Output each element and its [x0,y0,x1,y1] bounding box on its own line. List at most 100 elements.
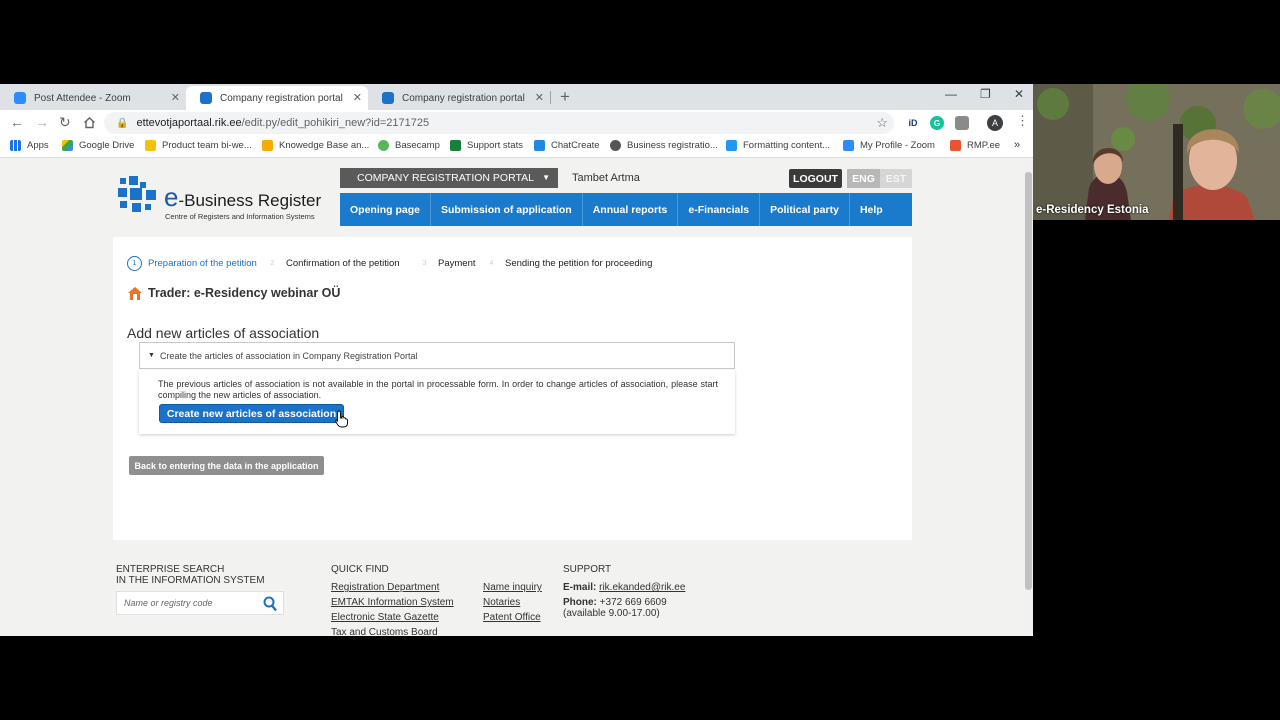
bookmark-label: Google Drive [79,140,135,151]
chart-icon [262,140,273,151]
tab-zoom[interactable]: Post Attendee - Zoom ✕ [0,86,186,110]
logo-subtitle: Centre of Registers and Information Syst… [165,212,315,221]
link-notaries[interactable]: Notaries [483,597,520,608]
portal-select[interactable]: COMPANY REGISTRATION PORTAL ▼ [340,168,558,188]
nav-political-party[interactable]: Political party [760,193,850,226]
create-new-articles-button[interactable]: Create new articles of association [160,405,343,422]
logo-title-text: -Business Register [178,191,322,210]
page-scrollbar[interactable] [1024,158,1033,636]
lock-icon: 🔒 [116,117,129,129]
content-panel: 1 Preparation of the petition 2 Confirma… [113,237,912,540]
scrollbar-thumb[interactable] [1025,172,1032,590]
lang-eng-button[interactable]: ENG [847,169,880,188]
support-email-row: E-mail: rik.ekanded@rik.ee [563,582,685,593]
reload-icon[interactable]: ↻ [59,114,71,131]
google-drive-icon [62,140,73,151]
main-nav: Opening page Submission of application A… [340,193,912,226]
bookmark-basecamp[interactable]: Basecamp [378,140,440,151]
step-number: 4 [489,260,494,267]
support-email-link[interactable]: rik.ekanded@rik.ee [599,582,685,593]
restore-icon[interactable]: ❐ [980,87,991,101]
search-placeholder: Name or registry code [124,598,213,608]
logo-mark [146,190,156,200]
back-to-application-button[interactable]: Back to entering the data in the applica… [129,456,324,475]
link-registration-department[interactable]: Registration Department [331,582,439,593]
bookmark-chatcreate[interactable]: ChatCreate [534,140,600,151]
step-preparation: 1 Preparation of the petition [127,256,257,271]
logout-button[interactable]: LOGOUT [789,169,842,188]
page-viewport: e-Business Register Centre of Registers … [0,158,1024,636]
bookmark-formatting-content[interactable]: Formatting content... [726,140,830,151]
logo-title: e-Business Register [164,182,321,213]
search-icon[interactable] [263,596,277,612]
new-tab-icon[interactable]: + [560,87,570,107]
chevron-down-icon: ▼ [542,173,550,182]
logo-mark [130,188,142,200]
footer-quickfind-title: QUICK FIND [331,564,389,575]
bookmark-product-team[interactable]: Product team bi-we... [145,140,252,151]
profile-avatar[interactable]: A [987,115,1003,131]
bookmark-my-profile-zoom[interactable]: My Profile - Zoom [843,140,935,151]
phone-label: Phone: [563,597,597,608]
lang-est-button[interactable]: EST [880,169,912,188]
pdf-extension-icon[interactable] [955,116,969,130]
step-confirmation: 2 Confirmation of the petition [265,256,400,271]
video-call-panel: e-Residency Estonia [1033,84,1280,220]
bookmark-knowledge-base[interactable]: Knowedge Base an... [262,140,369,151]
tab-strip: Post Attendee - Zoom ✕ Company registrat… [0,84,1033,110]
nav-help[interactable]: Help [850,193,893,226]
window-close-icon[interactable]: ✕ [1014,87,1024,101]
bookmark-support-stats[interactable]: Support stats [450,140,523,151]
bookmark-rmp[interactable]: RMP.ee [950,140,1000,151]
link-state-gazette[interactable]: Electronic State Gazette [331,612,439,623]
user-name: Tambet Artma [572,172,640,184]
link-patent-office[interactable]: Patent Office [483,612,541,623]
close-icon[interactable]: ✕ [353,91,362,104]
link-tax-customs[interactable]: Tax and Customs Board [331,627,438,636]
logo-mark [120,178,126,184]
registry-icon [382,92,394,104]
home-icon[interactable] [83,116,96,129]
bookmark-google-drive[interactable]: Google Drive [62,140,134,151]
minimize-icon[interactable]: — [945,87,957,101]
hand-cursor-icon [335,410,348,428]
step-number: 2 [270,260,275,267]
email-label: E-mail: [563,582,597,593]
tab-company-registration-active[interactable]: Company registration portal ✕ [186,86,368,110]
bookmarks-overflow-icon[interactable]: » [1014,139,1020,151]
bookmark-label: Knowedge Base an... [279,140,370,151]
globe-icon [610,140,621,151]
accordion-header[interactable]: ▼ Create the articles of association in … [139,342,735,369]
support-phone: +372 669 6609 [599,597,667,608]
bookmarks-bar: Apps Google Drive Product team bi-we... … [0,136,1033,158]
id-card-extension-icon[interactable]: iD [906,116,920,130]
link-name-inquiry[interactable]: Name inquiry [483,582,542,593]
close-icon[interactable]: ✕ [171,91,180,104]
bookmark-label: Formatting content... [743,140,831,151]
bookmark-label: Support stats [467,140,523,151]
bookmark-label: ChatCreate [551,140,600,151]
nav-opening-page[interactable]: Opening page [340,193,432,226]
tab-company-registration[interactable]: Company registration portal ✕ [368,86,550,110]
bookmark-label: Basecamp [395,140,440,151]
address-bar[interactable]: 🔒 ettevotjaportaal.rik.ee /edit.py/edit_… [104,112,894,134]
logo-mark [145,204,151,210]
step-label: Confirmation of the petition [286,258,400,269]
nav-e-financials[interactable]: e-Financials [678,193,761,226]
bookmark-apps[interactable]: Apps [10,140,49,151]
e-business-register-logo[interactable]: e-Business Register Centre of Registers … [118,176,340,221]
link-emtak[interactable]: EMTAK Information System [331,597,454,608]
enterprise-search-input[interactable]: Name or registry code [116,591,284,615]
nav-annual-reports[interactable]: Annual reports [583,193,679,226]
bookmark-business-registration[interactable]: Business registratio... [610,140,718,151]
forward-arrow-icon[interactable]: → [35,114,49,130]
bookmark-star-icon[interactable]: ☆ [876,115,888,131]
video-participant-label: e-Residency Estonia [1036,204,1149,216]
nav-submission-of-application[interactable]: Submission of application [431,193,583,226]
browser-menu-icon[interactable]: ⋮ [1016,113,1029,129]
basecamp-icon [378,140,389,151]
footer-enterprise-title-1: ENTERPRISE SEARCH [116,564,225,575]
grammarly-icon[interactable]: G [930,116,944,130]
close-icon[interactable]: ✕ [535,91,544,104]
back-arrow-icon[interactable]: ← [10,114,24,130]
